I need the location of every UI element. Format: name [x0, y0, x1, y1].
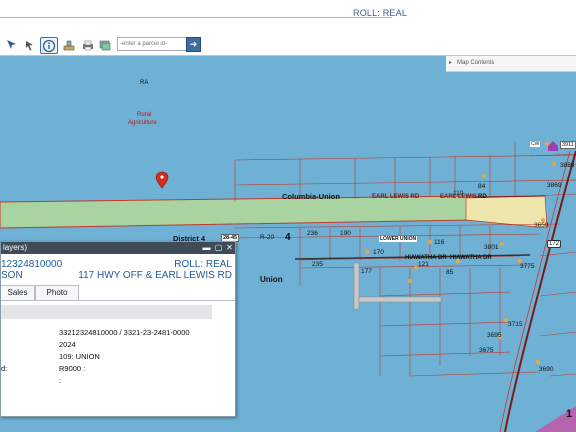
parcel-number: 3715: [508, 321, 523, 328]
minimize-icon[interactable]: ▬: [202, 243, 211, 252]
parcel-number: 3801: [484, 244, 499, 251]
district-number: 4: [285, 232, 291, 243]
pan-cursor-icon[interactable]: [22, 37, 38, 52]
road-label-hiawatha-2: HIAWATHA DR: [450, 255, 492, 261]
parcel-number: 121: [418, 261, 429, 268]
parcel-number: 236: [307, 230, 318, 237]
select-arrow-icon[interactable]: [4, 37, 20, 52]
route-badge-172: 172: [547, 240, 562, 248]
parcel-number: 3690: [539, 366, 554, 373]
parcel-number-value: 33212324810000 / 3321-23-2481-0000: [59, 328, 190, 337]
collapse-arrow-icon[interactable]: ▸: [449, 56, 457, 71]
header-divider: [0, 17, 392, 18]
maximize-icon[interactable]: ▢: [214, 243, 223, 252]
place-label-union: Union: [260, 275, 283, 284]
zone-label-agriculture: Agriculture: [128, 120, 157, 126]
zone-label-r20: R-20: [260, 234, 275, 241]
parcel-number: 3869: [547, 182, 562, 189]
parcel-id-input[interactable]: [117, 37, 190, 51]
popup-titlebar[interactable]: layers) ▬ ▢ ✕: [1, 242, 235, 254]
parcel-number: 3675: [479, 347, 494, 354]
map-contents-label: Map Contents: [457, 60, 495, 66]
class-value: R9000 :: [59, 364, 86, 373]
parcel-number: 177: [361, 268, 372, 275]
zone-label-ra: RA: [140, 80, 149, 86]
route-badge-cw: CW: [530, 141, 541, 147]
close-icon[interactable]: ✕: [225, 243, 234, 252]
tab-photo[interactable]: Photo: [35, 285, 79, 300]
road-label-earl-lewis-1: EARL LEWIS RD: [372, 194, 420, 200]
layers-icon[interactable]: [97, 37, 113, 52]
parcel-id-link[interactable]: 12324810000: [1, 259, 62, 270]
parcel-number: 235: [312, 261, 323, 268]
print-icon[interactable]: [80, 37, 96, 52]
tax-year-value: 2024: [59, 340, 76, 349]
property-address: 117 HWY OFF & EARL LEWIS RD: [78, 270, 232, 281]
parcel-number: 3889: [560, 162, 575, 169]
parcel-number: 110: [453, 190, 464, 197]
parcel-number: 190: [340, 230, 351, 237]
road-label-columbia-union: Columbia-Union: [282, 192, 340, 201]
popup-tabs: Sales Photo: [1, 285, 235, 301]
parcel-number: 116: [434, 239, 445, 246]
map-contents-panel[interactable]: ▸ Map Contents: [446, 56, 576, 72]
map-toolbar: ➜: [0, 34, 576, 56]
parcel-number: 170: [373, 249, 384, 256]
zone-label-rural: Rural: [137, 112, 152, 118]
district-value: 109: UNION: [59, 352, 100, 361]
tab-sales[interactable]: Sales: [1, 285, 35, 300]
popup-roll: ROLL: REAL: [174, 259, 232, 270]
parcel-number: 84: [478, 183, 486, 190]
district-number-1: 1: [566, 408, 573, 420]
road-label-rd: RD: [478, 194, 487, 200]
popup-title: layers): [3, 243, 28, 252]
parcel-number: 3775: [520, 263, 535, 270]
road-label-lower-union: LOWER UNION: [379, 236, 418, 242]
search-go-button[interactable]: ➜: [186, 37, 201, 52]
identify-info-icon[interactable]: [40, 37, 58, 54]
parcel-number: 3659: [534, 222, 549, 229]
parcel-info-popup: layers) ▬ ▢ ✕ 12324810000 ROLL: REAL SON…: [0, 241, 236, 417]
field-label: d:: [1, 364, 8, 373]
parcel-number: 3695: [487, 332, 502, 339]
top-header: ROLL: REAL: [0, 0, 576, 34]
extra-value: :: [59, 376, 62, 385]
measure-icon[interactable]: [61, 37, 77, 52]
section-header-bar: [1, 305, 212, 319]
route-badge-3911: 3911: [560, 141, 576, 149]
owner-name: SON: [1, 270, 23, 281]
parcel-number: 85: [446, 269, 454, 276]
